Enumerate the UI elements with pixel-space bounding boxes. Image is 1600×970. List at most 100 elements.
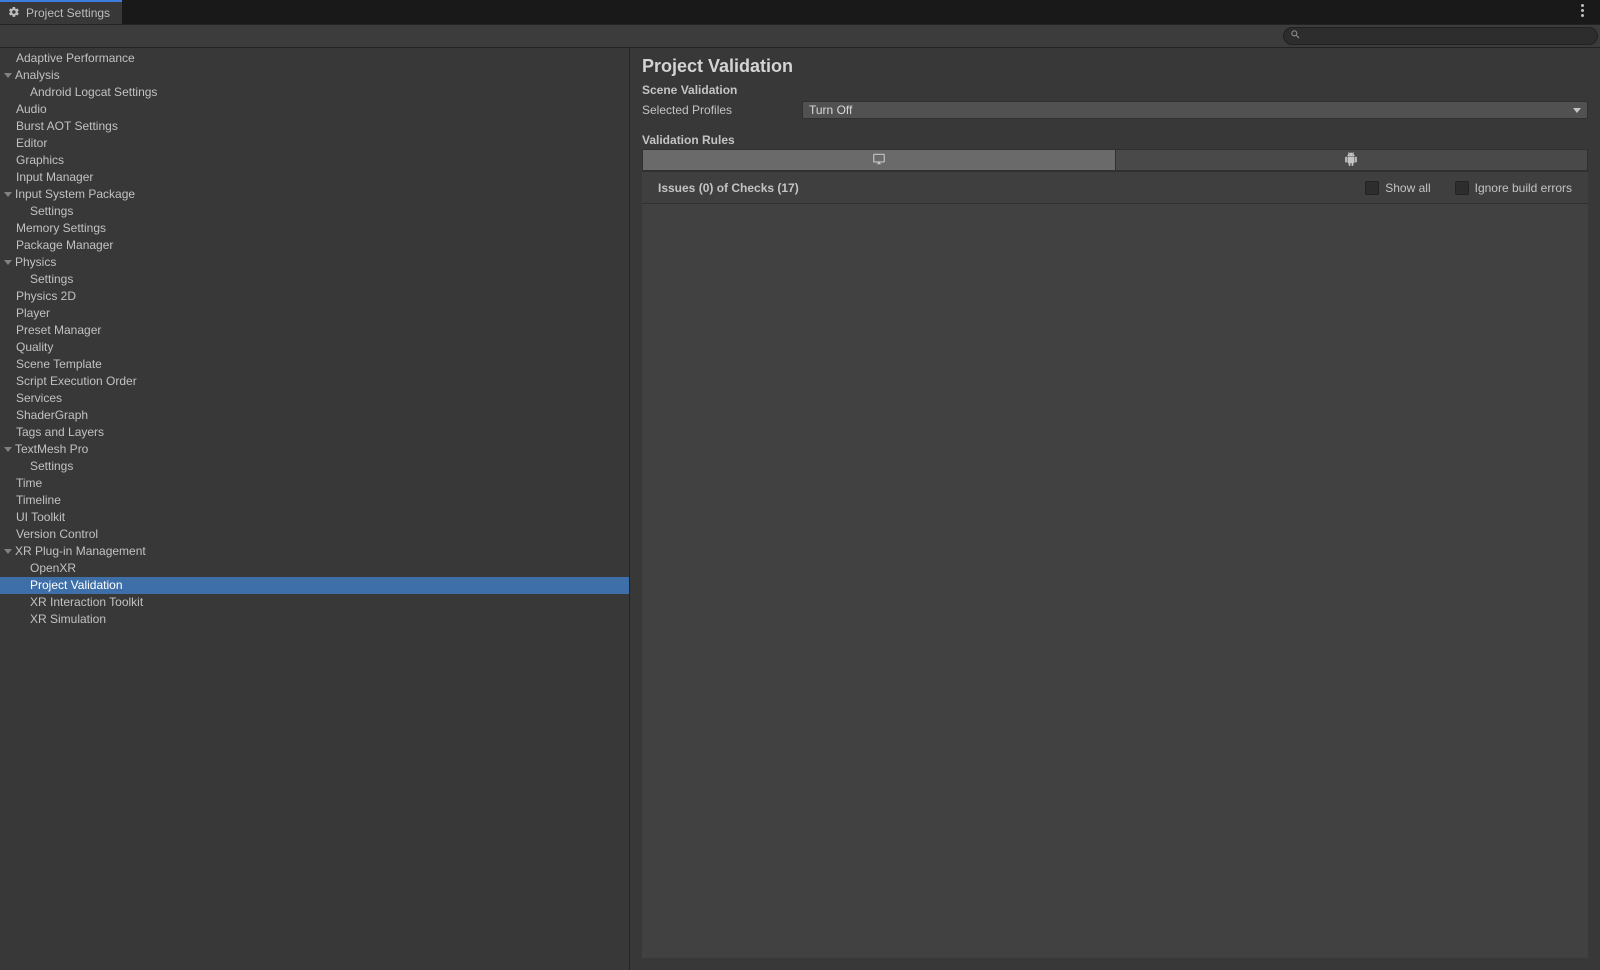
tree-item-label: Settings <box>30 203 73 220</box>
tree-item-physics[interactable]: Physics <box>0 254 629 271</box>
validation-rules-section: Validation Rules <box>630 121 1600 149</box>
expand-arrow-icon <box>4 447 12 452</box>
tree-item-player[interactable]: Player <box>0 305 629 322</box>
tree-item-label: Physics <box>15 254 56 271</box>
android-icon <box>1344 152 1358 169</box>
tree-item-label: UI Toolkit <box>16 509 65 526</box>
tree-item-label: Graphics <box>16 152 64 169</box>
tree-item-memory-settings[interactable]: Memory Settings <box>0 220 629 237</box>
tree-item-project-validation[interactable]: Project Validation <box>0 577 629 594</box>
page-title: Project Validation <box>630 48 1600 81</box>
chevron-down-icon <box>1573 108 1581 113</box>
tree-item-label: Settings <box>30 458 73 475</box>
expand-arrow-icon <box>4 192 12 197</box>
tree-item-label: Input Manager <box>16 169 93 186</box>
tree-item-label: Settings <box>30 271 73 288</box>
tree-item-xr-interaction-toolkit[interactable]: XR Interaction Toolkit <box>0 594 629 611</box>
tree-item-label: Editor <box>16 135 47 152</box>
platform-tab-android[interactable] <box>1116 149 1589 171</box>
search-icon <box>1290 29 1301 43</box>
content-area: Adaptive PerformanceAnalysisAndroid Logc… <box>0 48 1600 970</box>
show-all-checkbox[interactable]: Show all <box>1365 181 1430 195</box>
tree-item-label: Project Validation <box>30 577 123 594</box>
platform-tabs <box>642 149 1588 171</box>
tree-item-label: XR Plug-in Management <box>15 543 146 560</box>
tree-item-tags-and-layers[interactable]: Tags and Layers <box>0 424 629 441</box>
toolbar <box>0 24 1600 48</box>
tree-item-input-system-package[interactable]: Input System Package <box>0 186 629 203</box>
tree-item-services[interactable]: Services <box>0 390 629 407</box>
tree-item-quality[interactable]: Quality <box>0 339 629 356</box>
tree-item-label: Audio <box>16 101 47 118</box>
tree-item-package-manager[interactable]: Package Manager <box>0 237 629 254</box>
tree-item-label: Package Manager <box>16 237 113 254</box>
tree-item-label: Services <box>16 390 62 407</box>
tree-item-settings[interactable]: Settings <box>0 458 629 475</box>
standalone-icon <box>871 152 887 169</box>
tree-item-label: Android Logcat Settings <box>30 84 157 101</box>
tree-item-xr-simulation[interactable]: XR Simulation <box>0 611 629 628</box>
tree-item-physics-2d[interactable]: Physics 2D <box>0 288 629 305</box>
ignore-build-errors-label: Ignore build errors <box>1475 181 1572 195</box>
tree-item-settings[interactable]: Settings <box>0 271 629 288</box>
selected-profiles-label: Selected Profiles <box>642 103 792 117</box>
issues-list <box>642 203 1588 958</box>
scene-validation-label: Scene Validation <box>630 81 1600 99</box>
checkbox-box <box>1455 181 1469 195</box>
tree-item-label: Player <box>16 305 50 322</box>
tree-item-label: Version Control <box>16 526 98 543</box>
tree-item-adaptive-performance[interactable]: Adaptive Performance <box>0 50 629 67</box>
tree-item-label: OpenXR <box>30 560 76 577</box>
tree-item-preset-manager[interactable]: Preset Manager <box>0 322 629 339</box>
selected-profiles-row: Selected Profiles Turn Off <box>630 99 1600 121</box>
tree-item-android-logcat-settings[interactable]: Android Logcat Settings <box>0 84 629 101</box>
tree-item-label: Script Execution Order <box>16 373 137 390</box>
tab-project-settings[interactable]: Project Settings <box>0 0 122 24</box>
tree-item-label: ShaderGraph <box>16 407 88 424</box>
window-menu-button[interactable] <box>1572 0 1592 24</box>
tree-item-audio[interactable]: Audio <box>0 101 629 118</box>
tree-item-time[interactable]: Time <box>0 475 629 492</box>
expand-arrow-icon <box>4 260 12 265</box>
checkbox-box <box>1365 181 1379 195</box>
issues-header: Issues (0) of Checks (17) Show all Ignor… <box>642 171 1588 203</box>
expand-arrow-icon <box>4 73 12 78</box>
tree-item-label: Input System Package <box>15 186 135 203</box>
tree-item-label: XR Simulation <box>30 611 106 628</box>
tree-item-label: XR Interaction Toolkit <box>30 594 143 611</box>
tree-item-script-execution-order[interactable]: Script Execution Order <box>0 373 629 390</box>
tree-item-label: Tags and Layers <box>16 424 104 441</box>
ignore-build-errors-checkbox[interactable]: Ignore build errors <box>1455 181 1572 195</box>
tree-item-label: Memory Settings <box>16 220 106 237</box>
tree-item-label: TextMesh Pro <box>15 441 88 458</box>
tree-item-scene-template[interactable]: Scene Template <box>0 356 629 373</box>
search-field[interactable] <box>1283 27 1598 45</box>
tree-item-settings[interactable]: Settings <box>0 203 629 220</box>
platform-tab-standalone[interactable] <box>642 149 1116 171</box>
validation-rules-label: Validation Rules <box>642 131 1588 149</box>
tree-item-label: Quality <box>16 339 53 356</box>
tree-item-label: Physics 2D <box>16 288 76 305</box>
tree-item-graphics[interactable]: Graphics <box>0 152 629 169</box>
tree-item-editor[interactable]: Editor <box>0 135 629 152</box>
tree-item-label: Scene Template <box>16 356 102 373</box>
tree-item-xr-plug-in-management[interactable]: XR Plug-in Management <box>0 543 629 560</box>
tree-item-timeline[interactable]: Timeline <box>0 492 629 509</box>
expand-arrow-icon <box>4 549 12 554</box>
tree-item-textmesh-pro[interactable]: TextMesh Pro <box>0 441 629 458</box>
tree-item-input-manager[interactable]: Input Manager <box>0 169 629 186</box>
search-input[interactable] <box>1305 29 1591 43</box>
tree-item-burst-aot-settings[interactable]: Burst AOT Settings <box>0 118 629 135</box>
tree-item-shadergraph[interactable]: ShaderGraph <box>0 407 629 424</box>
window-tab-bar: Project Settings <box>0 0 1600 24</box>
tree-item-label: Time <box>16 475 42 492</box>
dropdown-value: Turn Off <box>809 103 852 117</box>
settings-tree[interactable]: Adaptive PerformanceAnalysisAndroid Logc… <box>0 48 630 970</box>
selected-profiles-dropdown[interactable]: Turn Off <box>802 101 1588 119</box>
main-panel: Project Validation Scene Validation Sele… <box>630 48 1600 970</box>
tree-item-label: Timeline <box>16 492 61 509</box>
tree-item-analysis[interactable]: Analysis <box>0 67 629 84</box>
tree-item-openxr[interactable]: OpenXR <box>0 560 629 577</box>
tree-item-ui-toolkit[interactable]: UI Toolkit <box>0 509 629 526</box>
tree-item-version-control[interactable]: Version Control <box>0 526 629 543</box>
